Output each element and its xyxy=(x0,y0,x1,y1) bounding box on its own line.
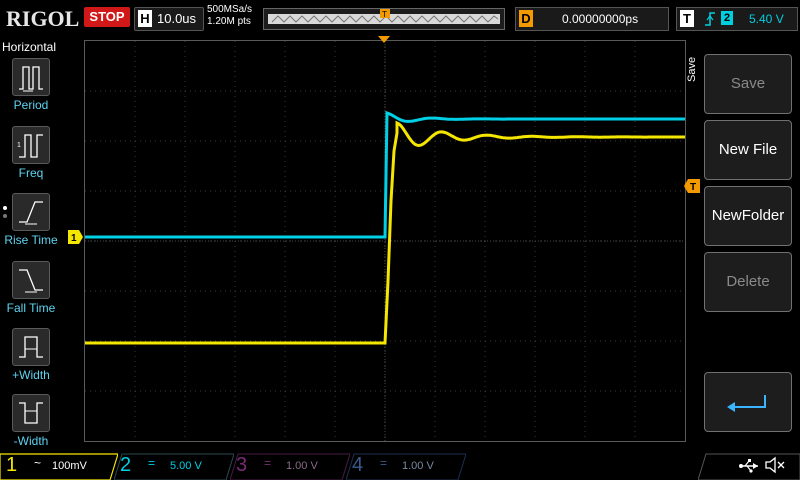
softkey-menu-title: Save xyxy=(686,56,698,82)
back-button[interactable] xyxy=(704,372,792,432)
ch1-scale: 100mV xyxy=(52,460,87,472)
ch3-number: 3 xyxy=(236,454,248,476)
measure-label-plus-width: +Width xyxy=(12,368,50,382)
ch1-offset-marker[interactable]: 1 xyxy=(68,230,84,244)
measure-item-fall-time[interactable]: Fall Time xyxy=(0,261,62,323)
run-stop-indicator[interactable]: STOP xyxy=(84,7,130,27)
new-folder-button[interactable]: NewFolder xyxy=(704,186,792,246)
usb-icon xyxy=(738,458,760,479)
ch1-number: 1 xyxy=(6,454,18,476)
save-button[interactable]: Save xyxy=(704,54,792,114)
trigger-source: 2 xyxy=(721,11,733,25)
timeline-marker-label: T xyxy=(382,10,387,19)
measure-label-freq: Freq xyxy=(18,166,44,180)
measure-item-period[interactable]: Period xyxy=(0,58,62,120)
measure-item-rise-time[interactable]: Rise Time xyxy=(0,193,62,255)
rising-edge-icon xyxy=(703,10,717,33)
fall-time-icon xyxy=(12,261,50,299)
rise-time-icon xyxy=(12,193,50,231)
measure-item-freq[interactable]: 1 Freq xyxy=(0,126,62,188)
speaker-muted-icon[interactable] xyxy=(764,456,786,479)
ch4-coupling: = xyxy=(380,456,388,470)
plus-width-icon xyxy=(12,328,50,366)
trigger-position-marker[interactable] xyxy=(378,36,390,44)
ch1-status[interactable]: 1 ~ 100mV xyxy=(0,452,118,480)
horizontal-delay[interactable]: D 0.00000000ps xyxy=(515,7,669,31)
freq-icon: 1 xyxy=(12,126,50,164)
measure-label-period: Period xyxy=(13,98,49,112)
trigger-level-marker[interactable]: T xyxy=(684,179,700,193)
ch2-status[interactable]: 2 = 5.00 V xyxy=(114,452,234,480)
ch2-scale: 5.00 V xyxy=(170,460,202,472)
ch1-coupling: ~ xyxy=(34,456,42,470)
sample-rate: 500MSa/s xyxy=(207,4,253,15)
minus-width-icon xyxy=(12,394,50,432)
delay-value: 0.00000000ps xyxy=(562,12,639,26)
delay-label: D xyxy=(519,10,533,27)
waveform-canvas xyxy=(85,41,685,441)
ch4-scale: 1.00 V xyxy=(402,460,434,472)
svg-text:1: 1 xyxy=(17,142,21,149)
ch4-status[interactable]: 4 = 1.00 V xyxy=(346,452,466,480)
horizontal-label: H xyxy=(138,10,152,27)
trigger-settings[interactable]: T 2 5.40 V xyxy=(676,7,798,31)
brand-logo: RIGOL xyxy=(6,6,80,31)
delete-button[interactable]: Delete xyxy=(704,252,792,312)
ch4-number: 4 xyxy=(352,454,364,476)
ch2-coupling: = xyxy=(148,456,156,470)
trigger-marker-label: T xyxy=(690,182,696,193)
memory-timeline[interactable]: T xyxy=(263,8,505,30)
ch1-marker-label: 1 xyxy=(71,233,77,244)
ch2-number: 2 xyxy=(120,454,132,476)
period-icon xyxy=(12,58,50,96)
ch3-scale: 1.00 V xyxy=(286,460,318,472)
measure-label-minus-width: -Width xyxy=(13,434,49,448)
trigger-label: T xyxy=(680,10,694,27)
measure-label-fall-time: Fall Time xyxy=(6,301,56,315)
horizontal-timebase[interactable]: H 10.0us xyxy=(134,7,204,31)
waveform-display[interactable] xyxy=(84,40,686,442)
measure-item-plus-width[interactable]: +Width xyxy=(0,328,62,390)
return-arrow-icon xyxy=(727,395,766,412)
acquisition-info: 500MSa/s 1.20M pts xyxy=(207,4,252,28)
trigger-level: 5.40 V xyxy=(749,12,784,26)
new-file-button[interactable]: New File xyxy=(704,120,792,180)
memory-depth: 1.20M pts xyxy=(207,16,251,27)
timebase-value: 10.0us xyxy=(157,11,197,26)
measure-label-rise-time: Rise Time xyxy=(4,233,58,247)
ch3-status[interactable]: 3 = 1.00 V xyxy=(230,452,350,480)
measure-item-minus-width[interactable]: -Width xyxy=(0,394,62,456)
ch3-coupling: = xyxy=(264,456,272,470)
measure-menu-title: Horizontal xyxy=(2,40,57,54)
timeline-graphic: T xyxy=(268,9,500,24)
